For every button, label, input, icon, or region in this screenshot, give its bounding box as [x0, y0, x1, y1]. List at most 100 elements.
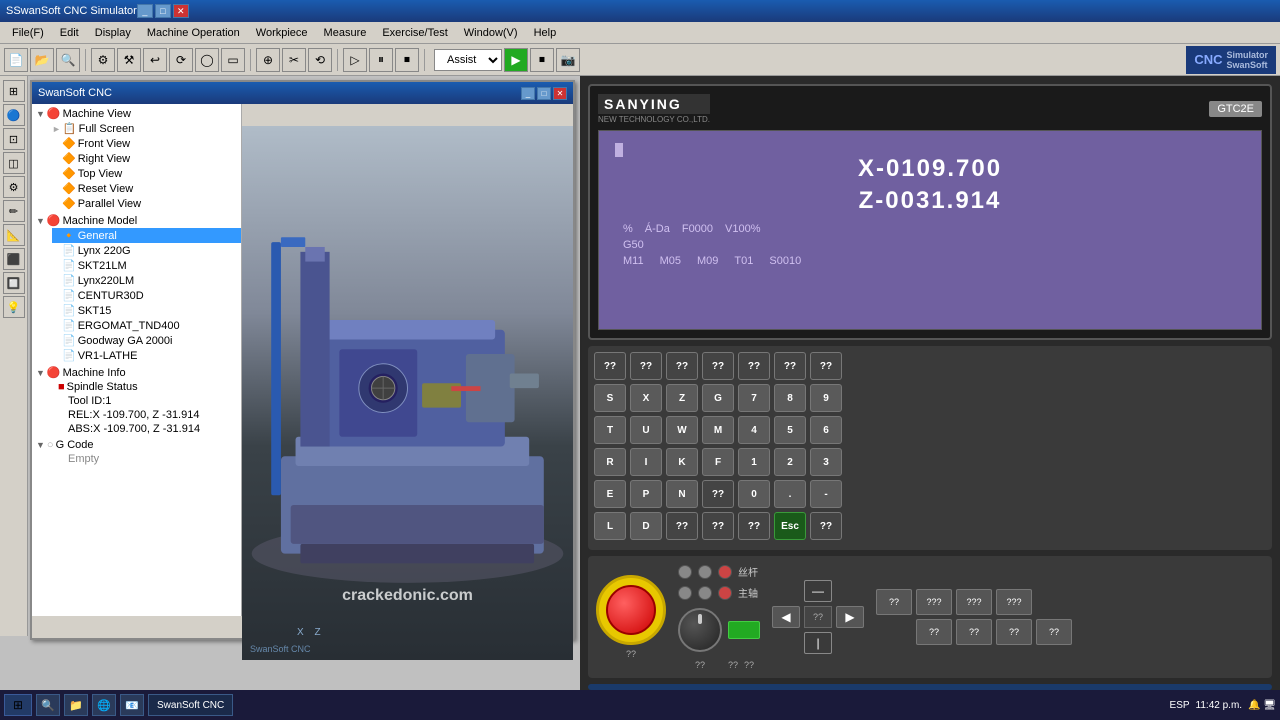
- tb-btn8[interactable]: ✂: [282, 48, 306, 72]
- close-button[interactable]: ✕: [173, 4, 189, 18]
- key-d[interactable]: D: [630, 512, 662, 540]
- side-icon-1[interactable]: ⊞: [3, 80, 25, 102]
- tb-btn2[interactable]: ⚒: [117, 48, 141, 72]
- tb-btn11[interactable]: ⏸: [369, 48, 393, 72]
- key-1[interactable]: 1: [738, 448, 770, 476]
- key-f[interactable]: F: [702, 448, 734, 476]
- rb-btn1[interactable]: ??: [876, 589, 912, 615]
- tree-full-screen[interactable]: ► 📋 Full Screen: [52, 121, 241, 136]
- menu-help[interactable]: Help: [526, 25, 565, 41]
- key-s[interactable]: S: [594, 384, 626, 412]
- estop-button[interactable]: [606, 585, 656, 635]
- key-x[interactable]: X: [630, 384, 662, 412]
- rb-btn4[interactable]: ???: [996, 589, 1032, 615]
- menu-exercise[interactable]: Exercise/Test: [374, 25, 455, 41]
- tree-skt21lm[interactable]: 📄 SKT21LM: [52, 258, 241, 273]
- menu-window[interactable]: Window(V): [456, 25, 526, 41]
- key-fn6[interactable]: ??: [774, 352, 806, 380]
- maximize-button[interactable]: □: [155, 4, 171, 18]
- cnc-maximize[interactable]: □: [537, 87, 551, 100]
- key-i[interactable]: I: [630, 448, 662, 476]
- rb-btn9[interactable]: ??: [1036, 619, 1072, 645]
- menu-edit[interactable]: Edit: [52, 25, 87, 41]
- tb-btn5[interactable]: ◯: [195, 48, 219, 72]
- key-fn-r6d[interactable]: ??: [810, 512, 842, 540]
- tree-centur30d[interactable]: 📄 CENTUR30D: [52, 288, 241, 303]
- key-p[interactable]: P: [630, 480, 662, 508]
- cnc-close[interactable]: ✕: [553, 87, 567, 100]
- side-icon-9[interactable]: 🔲: [3, 272, 25, 294]
- side-icon-8[interactable]: ⬛: [3, 248, 25, 270]
- tree-lynx220lm[interactable]: 📄 Lynx220LM: [52, 273, 241, 288]
- tb-btn3[interactable]: ↩: [143, 48, 167, 72]
- tree-general[interactable]: 🔸 General: [52, 228, 241, 243]
- tb-play[interactable]: ▶: [504, 48, 528, 72]
- side-icon-3[interactable]: ⊡: [3, 128, 25, 150]
- taskbar-mail[interactable]: 📧: [120, 694, 144, 716]
- tree-goodway[interactable]: 📄 Goodway GA 2000i: [52, 333, 241, 348]
- jog-center[interactable]: ??: [804, 606, 832, 628]
- tb-open[interactable]: 📂: [30, 48, 54, 72]
- key-9[interactable]: 9: [810, 384, 842, 412]
- taskbar-search[interactable]: 🔍: [36, 694, 60, 716]
- tb-btn12[interactable]: ⏹: [395, 48, 419, 72]
- key-fn3[interactable]: ??: [666, 352, 698, 380]
- tree-lynx220g[interactable]: 📄 Lynx 220G: [52, 243, 241, 258]
- tree-spindle-status[interactable]: ■ Spindle Status: [52, 380, 241, 394]
- jog-plus-button[interactable]: |: [804, 632, 832, 654]
- start-button[interactable]: ⊞: [4, 694, 32, 716]
- tree-rel-coords[interactable]: REL:X -109.700, Z -31.914: [52, 408, 241, 422]
- key-k[interactable]: K: [666, 448, 698, 476]
- rb-btn8[interactable]: ??: [996, 619, 1032, 645]
- side-icon-5[interactable]: ⚙: [3, 176, 25, 198]
- rb-btn3[interactable]: ???: [956, 589, 992, 615]
- key-l[interactable]: L: [594, 512, 626, 540]
- tree-machine-model-root[interactable]: ▼ 🔴 Machine Model: [32, 213, 241, 228]
- tree-vr1[interactable]: 📄 VR1-LATHE: [52, 348, 241, 363]
- tree-reset-view[interactable]: 🔶 Reset View: [52, 181, 241, 196]
- key-u[interactable]: U: [630, 416, 662, 444]
- jog-left-button[interactable]: ◀: [772, 606, 800, 628]
- menu-machine-operation[interactable]: Machine Operation: [139, 25, 248, 41]
- key-z[interactable]: Z: [666, 384, 698, 412]
- jog-right-button[interactable]: ▶: [836, 606, 864, 628]
- tree-abs-coords[interactable]: ABS:X -109.700, Z -31.914: [52, 422, 241, 436]
- tree-ergomat[interactable]: 📄 ERGOMAT_TND400: [52, 318, 241, 333]
- tree-top-view[interactable]: 🔶 Top View: [52, 166, 241, 181]
- key-g[interactable]: G: [702, 384, 734, 412]
- key-fn-r6b[interactable]: ??: [702, 512, 734, 540]
- tb-search[interactable]: 🔍: [56, 48, 80, 72]
- tree-machine-info-root[interactable]: ▼ 🔴 Machine Info: [32, 365, 241, 380]
- key-fn4[interactable]: ??: [702, 352, 734, 380]
- tb-btn10[interactable]: ▷: [343, 48, 367, 72]
- key-n[interactable]: N: [666, 480, 698, 508]
- key-4[interactable]: 4: [738, 416, 770, 444]
- key-fn5[interactable]: ??: [738, 352, 770, 380]
- side-icon-4[interactable]: ◫: [3, 152, 25, 174]
- tb-btn6[interactable]: ▭: [221, 48, 245, 72]
- key-m[interactable]: M: [702, 416, 734, 444]
- key-6[interactable]: 6: [810, 416, 842, 444]
- menu-workpiece[interactable]: Workpiece: [248, 25, 316, 41]
- tb-btn4[interactable]: ⟳: [169, 48, 193, 72]
- rb-btn7[interactable]: ??: [956, 619, 992, 645]
- tb-btn7[interactable]: ⊕: [256, 48, 280, 72]
- side-icon-7[interactable]: 📐: [3, 224, 25, 246]
- taskbar-cnc-item[interactable]: SwanSoft CNC: [148, 694, 233, 716]
- key-esc[interactable]: Esc: [774, 512, 806, 540]
- tree-right-view[interactable]: 🔶 Right View: [52, 151, 241, 166]
- key-fn-r5[interactable]: ??: [702, 480, 734, 508]
- side-icon-10[interactable]: 💡: [3, 296, 25, 318]
- cnc-minimize[interactable]: _: [521, 87, 535, 100]
- speed-knob[interactable]: [678, 608, 722, 652]
- key-7[interactable]: 7: [738, 384, 770, 412]
- key-minus[interactable]: -: [810, 480, 842, 508]
- key-w[interactable]: W: [666, 416, 698, 444]
- key-t[interactable]: T: [594, 416, 626, 444]
- jog-minus-button[interactable]: —: [804, 580, 832, 602]
- tree-gcode-root[interactable]: ▼ ○ G Code: [32, 438, 241, 452]
- key-fn-r6c[interactable]: ??: [738, 512, 770, 540]
- rb-btn6[interactable]: ??: [916, 619, 952, 645]
- key-0[interactable]: 0: [738, 480, 770, 508]
- assist-select[interactable]: Assist: [434, 49, 502, 71]
